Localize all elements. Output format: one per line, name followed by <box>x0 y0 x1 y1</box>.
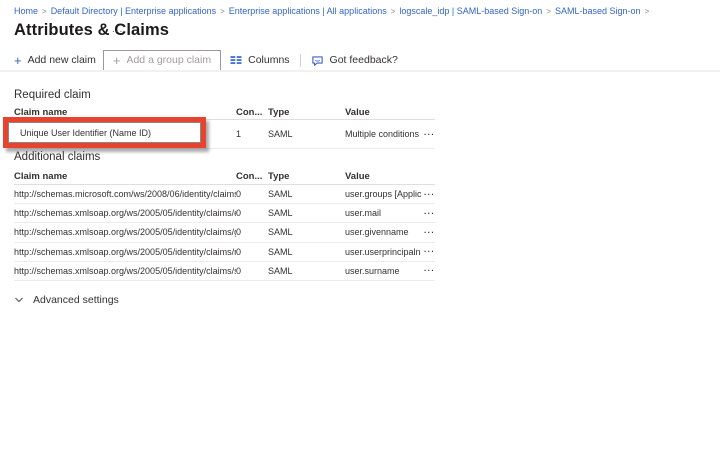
cell-claim-name: http://schemas.xmlsoap.org/ws/2005/05/id… <box>14 208 236 219</box>
breadcrumb-separator: > <box>42 7 47 16</box>
table-header-row: Claim name Con... Type Value <box>14 168 435 185</box>
columns-icon <box>230 54 242 66</box>
cell-value: user.givenname <box>345 227 409 238</box>
advanced-settings-toggle[interactable]: Advanced settings <box>14 294 119 306</box>
feedback-icon <box>311 54 324 67</box>
cell-type: SAML <box>268 246 293 257</box>
add-new-claim-label: Add new claim <box>27 54 96 66</box>
cell-value: user.groups [Applica... <box>345 189 421 200</box>
annotation-highlight-box: Unique User Identifier (Name ID) <box>3 117 206 148</box>
required-claim-section-title: Required claim <box>14 89 91 101</box>
page-title: Attributes & Claims <box>14 21 170 39</box>
column-header-type[interactable]: Type <box>268 171 345 182</box>
row-actions-button[interactable]: ··· <box>421 266 435 275</box>
column-header-value[interactable]: Value <box>345 171 421 182</box>
attributes-claims-page: Home > Default Directory | Enterprise appl… <box>0 0 720 458</box>
cell-type: SAML <box>268 208 293 219</box>
breadcrumb-item-saml-signon[interactable]: SAML-based Sign-on <box>555 6 641 16</box>
cell-value: user.userprincipalna... <box>345 246 421 257</box>
plus-icon: + <box>14 52 22 68</box>
add-group-claim-button[interactable]: + Add a group claim <box>102 49 222 71</box>
cell-value: Multiple conditions [... <box>345 129 421 139</box>
cell-claim-name: http://schemas.microsoft.com/ws/2008/06/… <box>14 189 236 200</box>
cell-conditions: 0 <box>236 189 242 200</box>
cell-value: user.surname <box>345 265 400 276</box>
additional-claims-section-title: Additional claims <box>14 151 101 163</box>
cell-claim-name: http://schemas.xmlsoap.org/ws/2005/05/id… <box>14 246 236 257</box>
required-claim-name-cell[interactable]: Unique User Identifier (Name ID) <box>8 122 201 143</box>
additional-claims-table: Claim name Con... Type Value http://sche… <box>14 168 435 281</box>
toolbar-divider <box>299 53 301 67</box>
breadcrumb-separator: > <box>220 7 225 16</box>
cell-type: SAML <box>268 265 293 276</box>
column-header-value[interactable]: Value <box>345 107 421 118</box>
cell-claim-name: http://schemas.xmlsoap.org/ws/2005/05/id… <box>14 227 236 238</box>
cell-claim-name: http://schemas.xmlsoap.org/ws/2005/05/id… <box>14 265 236 276</box>
toolbar-bottom-rule <box>0 70 720 72</box>
cell-conditions: 0 <box>236 246 242 257</box>
command-bar: + Add new claim + Add a group claim Colu… <box>14 49 720 71</box>
breadcrumb-item-home[interactable]: Home <box>14 6 38 16</box>
got-feedback-button[interactable]: Got feedback? <box>311 54 398 67</box>
row-actions-button[interactable]: ··· <box>421 209 435 218</box>
table-row[interactable]: http://schemas.xmlsoap.org/ws/2005/05/id… <box>14 243 435 262</box>
column-header-claim-name[interactable]: Claim name <box>14 171 236 182</box>
cell-conditions: 0 <box>236 265 242 276</box>
column-header-type[interactable]: Type <box>268 107 345 118</box>
breadcrumb-item-directory-enterprise-apps[interactable]: Default Directory | Enterprise applicati… <box>51 6 216 16</box>
row-actions-button[interactable]: ··· <box>421 247 435 256</box>
breadcrumb-item-logscale-idp[interactable]: logscale_idp | SAML-based Sign-on <box>399 6 542 16</box>
cell-value: user.mail <box>345 208 382 219</box>
plus-icon: + <box>112 52 121 68</box>
cell-type: SAML <box>268 189 293 200</box>
breadcrumb: Home > Default Directory | Enterprise appl… <box>14 6 712 17</box>
table-row[interactable]: http://schemas.microsoft.com/ws/2008/06/… <box>14 185 435 205</box>
add-new-claim-button[interactable]: + Add new claim <box>14 54 96 67</box>
title-overflow-icon[interactable]: ... <box>112 24 123 35</box>
chevron-down-icon <box>14 295 24 305</box>
advanced-settings-label: Advanced settings <box>33 294 119 306</box>
cell-conditions: 1 <box>236 129 242 139</box>
cell-type: SAML <box>268 227 293 238</box>
row-actions-button[interactable]: ··· <box>421 130 435 139</box>
add-group-claim-label: Add a group claim <box>126 54 212 66</box>
column-header-claim-name[interactable]: Claim name <box>14 107 236 118</box>
columns-button[interactable]: Columns <box>230 54 290 66</box>
column-header-conditions[interactable]: Con... <box>236 171 268 182</box>
row-actions-button[interactable]: ··· <box>421 228 435 237</box>
got-feedback-label: Got feedback? <box>329 54 398 66</box>
breadcrumb-separator: > <box>546 7 551 16</box>
cell-conditions: 0 <box>236 208 242 219</box>
breadcrumb-separator: > <box>390 7 396 16</box>
cell-type: SAML <box>268 129 293 139</box>
columns-label: Columns <box>248 54 290 66</box>
table-row[interactable]: http://schemas.xmlsoap.org/ws/2005/05/id… <box>14 262 435 281</box>
table-row[interactable]: http://schemas.xmlsoap.org/ws/2005/05/id… <box>14 204 435 224</box>
cell-conditions: 0 <box>236 227 242 238</box>
breadcrumb-item-all-applications[interactable]: Enterprise applications | All applicatio… <box>229 6 387 16</box>
table-row[interactable]: http://schemas.xmlsoap.org/ws/2005/05/id… <box>14 223 435 243</box>
row-actions-button[interactable]: ··· <box>421 190 435 199</box>
breadcrumb-separator: > <box>644 7 650 16</box>
column-header-conditions[interactable]: Con... <box>236 107 268 118</box>
